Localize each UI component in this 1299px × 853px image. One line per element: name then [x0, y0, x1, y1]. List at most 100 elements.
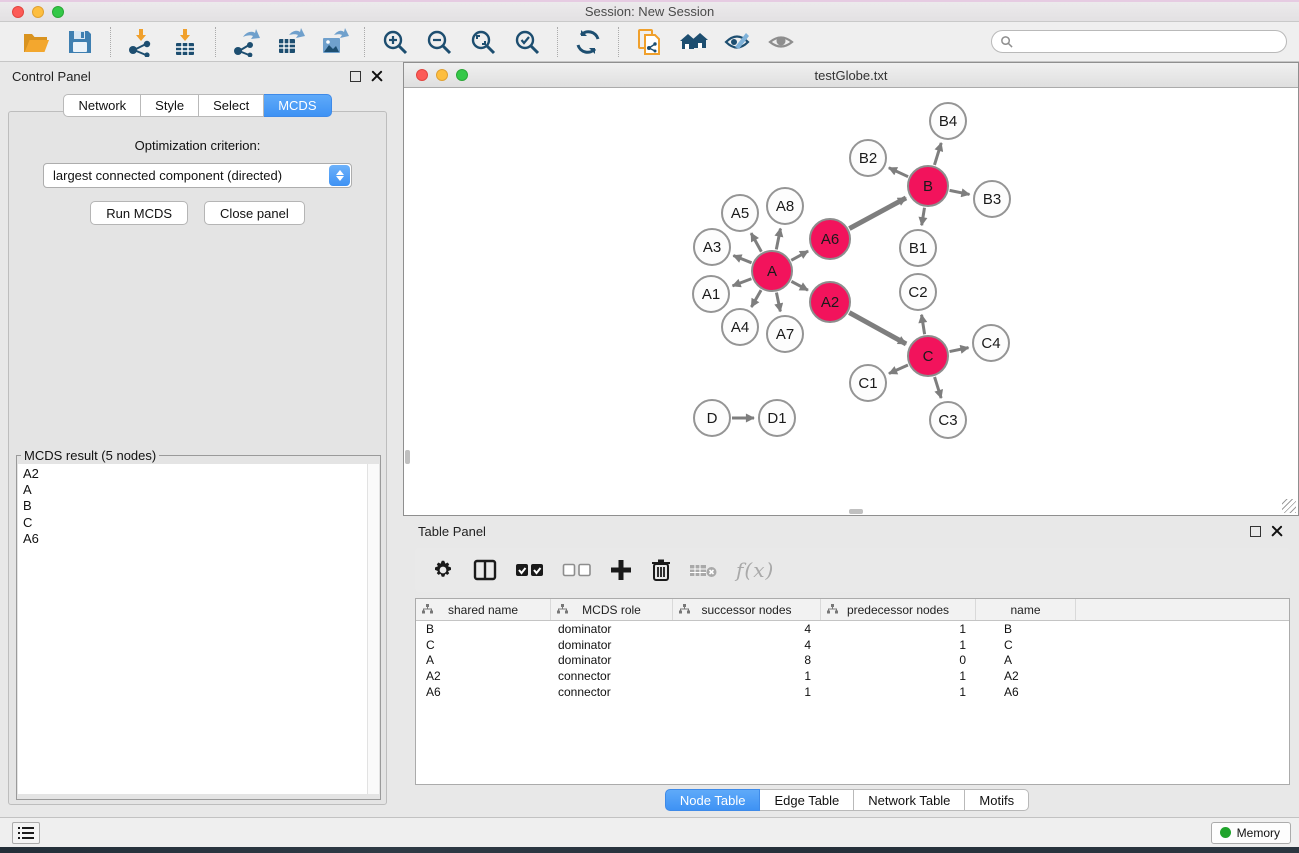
graph-edge-A-A7[interactable] [776, 293, 780, 312]
toggle-annotations-icon[interactable] [719, 25, 755, 59]
graph-edge-B-B2[interactable] [889, 168, 908, 177]
select-all-icon[interactable] [515, 561, 545, 579]
column-header-shared-name[interactable]: shared name [416, 599, 551, 620]
graph-node-A5[interactable]: A5 [721, 194, 759, 232]
deselect-all-icon[interactable] [562, 561, 592, 579]
table-row[interactable]: Adominator80A [416, 652, 1289, 668]
delete-icon[interactable] [650, 558, 672, 582]
graph-node-D[interactable]: D [693, 399, 731, 437]
refresh-icon[interactable] [570, 25, 606, 59]
graph-node-C1[interactable]: C1 [849, 364, 887, 402]
graph-edge-A-A2[interactable] [791, 281, 808, 290]
tab-mcds[interactable]: MCDS [264, 94, 331, 117]
graph-node-C3[interactable]: C3 [929, 401, 967, 439]
graph-edge-A-A4[interactable] [751, 290, 761, 307]
settings-gear-icon[interactable] [431, 558, 455, 582]
column-header-predecessor-nodes[interactable]: predecessor nodes [821, 599, 976, 620]
graph-node-A3[interactable]: A3 [693, 228, 731, 266]
open-session-icon[interactable] [18, 25, 54, 59]
network-canvas[interactable]: B4 B2 B B3 A8A5 A6 A3 B1 A C2 A1 A2 A4A7 C4 C C1 D D1 C3 [404, 88, 1298, 515]
graph-edge-B-B3[interactable] [950, 190, 970, 194]
table-row[interactable]: Cdominator41C [416, 637, 1289, 653]
import-table-icon[interactable] [167, 25, 203, 59]
save-session-icon[interactable] [62, 25, 98, 59]
graph-edge-C-C1[interactable] [889, 365, 908, 374]
graph-node-B4[interactable]: B4 [929, 102, 967, 140]
graph-node-A1[interactable]: A1 [692, 275, 730, 313]
zoom-selected-icon[interactable] [509, 25, 545, 59]
zoom-fit-icon[interactable] [465, 25, 501, 59]
graph-node-B3[interactable]: B3 [973, 180, 1011, 218]
float-table-panel-icon[interactable] [1250, 526, 1261, 537]
float-panel-icon[interactable] [350, 71, 361, 82]
node-table[interactable]: shared nameMCDS rolesuccessor nodesprede… [415, 598, 1290, 785]
column-header-successor-nodes[interactable]: successor nodes [673, 599, 821, 620]
task-history-icon[interactable] [12, 822, 40, 844]
result-item[interactable]: B [23, 498, 367, 514]
graph-edge-A-A1[interactable] [733, 279, 752, 286]
graph-edge-B-B4[interactable] [934, 143, 941, 165]
table-row[interactable]: A6connector11A6 [416, 684, 1289, 700]
tab-motifs[interactable]: Motifs [965, 789, 1029, 811]
column-header-MCDS-role[interactable]: MCDS role [551, 599, 673, 620]
vertical-scroll-thumb[interactable] [405, 450, 410, 464]
tab-node-table[interactable]: Node Table [665, 789, 761, 811]
clone-network-icon[interactable] [631, 25, 667, 59]
graph-edge-C-C3[interactable] [935, 377, 942, 398]
search-text-field[interactable] [1018, 33, 1286, 51]
graph-node-A8[interactable]: A8 [766, 187, 804, 225]
tab-edge-table[interactable]: Edge Table [760, 789, 854, 811]
graph-edge-C-C4[interactable] [950, 348, 969, 352]
graph-edge-A-A6[interactable] [791, 251, 808, 260]
import-network-icon[interactable] [123, 25, 159, 59]
graph-edge-A-A5[interactable] [751, 233, 761, 252]
table-row[interactable]: A2connector11A2 [416, 668, 1289, 684]
search-input[interactable] [991, 30, 1287, 53]
tab-select[interactable]: Select [199, 94, 264, 117]
graph-node-C2[interactable]: C2 [899, 273, 937, 311]
graph-edge-A-A8[interactable] [776, 229, 780, 250]
close-table-panel-icon[interactable] [1271, 525, 1283, 537]
home-layout-icon[interactable] [675, 25, 711, 59]
graph-edge-A2-C[interactable] [849, 313, 906, 344]
graph-node-D1[interactable]: D1 [758, 399, 796, 437]
tab-network-table[interactable]: Network Table [854, 789, 965, 811]
graph-node-A7[interactable]: A7 [766, 315, 804, 353]
mcds-result-list[interactable]: A2ABCA6 [18, 464, 367, 794]
result-item[interactable]: A [23, 482, 367, 498]
graph-node-A4[interactable]: A4 [721, 308, 759, 346]
column-header-name[interactable]: name [976, 599, 1076, 620]
graph-edge-A6-B[interactable] [849, 198, 906, 229]
close-panel-button[interactable]: Close panel [204, 201, 305, 225]
table-row[interactable]: Bdominator41B [416, 621, 1289, 637]
resize-grip[interactable] [1282, 499, 1296, 513]
tab-style[interactable]: Style [141, 94, 199, 117]
zoom-out-icon[interactable] [421, 25, 457, 59]
network-window-titlebar[interactable]: testGlobe.txt [404, 63, 1298, 88]
graph-node-C4[interactable]: C4 [972, 324, 1010, 362]
result-scrollbar[interactable] [367, 464, 379, 794]
graph-node-B[interactable]: B [907, 165, 949, 207]
graph-node-C[interactable]: C [907, 335, 949, 377]
tab-network[interactable]: Network [63, 94, 141, 117]
column-layout-icon[interactable] [472, 557, 498, 583]
result-item[interactable]: A6 [23, 531, 367, 547]
export-table-icon[interactable] [272, 25, 308, 59]
close-panel-icon[interactable] [371, 70, 383, 82]
graph-node-A[interactable]: A [751, 250, 793, 292]
memory-button[interactable]: Memory [1211, 822, 1291, 844]
show-graphics-details-icon[interactable] [763, 25, 799, 59]
graph-node-B2[interactable]: B2 [849, 139, 887, 177]
graph-node-A2[interactable]: A2 [809, 281, 851, 323]
add-icon[interactable] [609, 558, 633, 582]
result-item[interactable]: A2 [23, 466, 367, 482]
graph-edge-A-A3[interactable] [733, 256, 751, 263]
graph-node-A6[interactable]: A6 [809, 218, 851, 260]
horizontal-scroll-thumb[interactable] [849, 509, 863, 514]
graph-node-B1[interactable]: B1 [899, 229, 937, 267]
graph-edge-B-B1[interactable] [922, 208, 925, 226]
graph-edge-C-C2[interactable] [922, 315, 925, 335]
optimization-criterion-select[interactable]: largest connected component (directed) [43, 163, 352, 188]
export-network-icon[interactable] [228, 25, 264, 59]
result-item[interactable]: C [23, 515, 367, 531]
